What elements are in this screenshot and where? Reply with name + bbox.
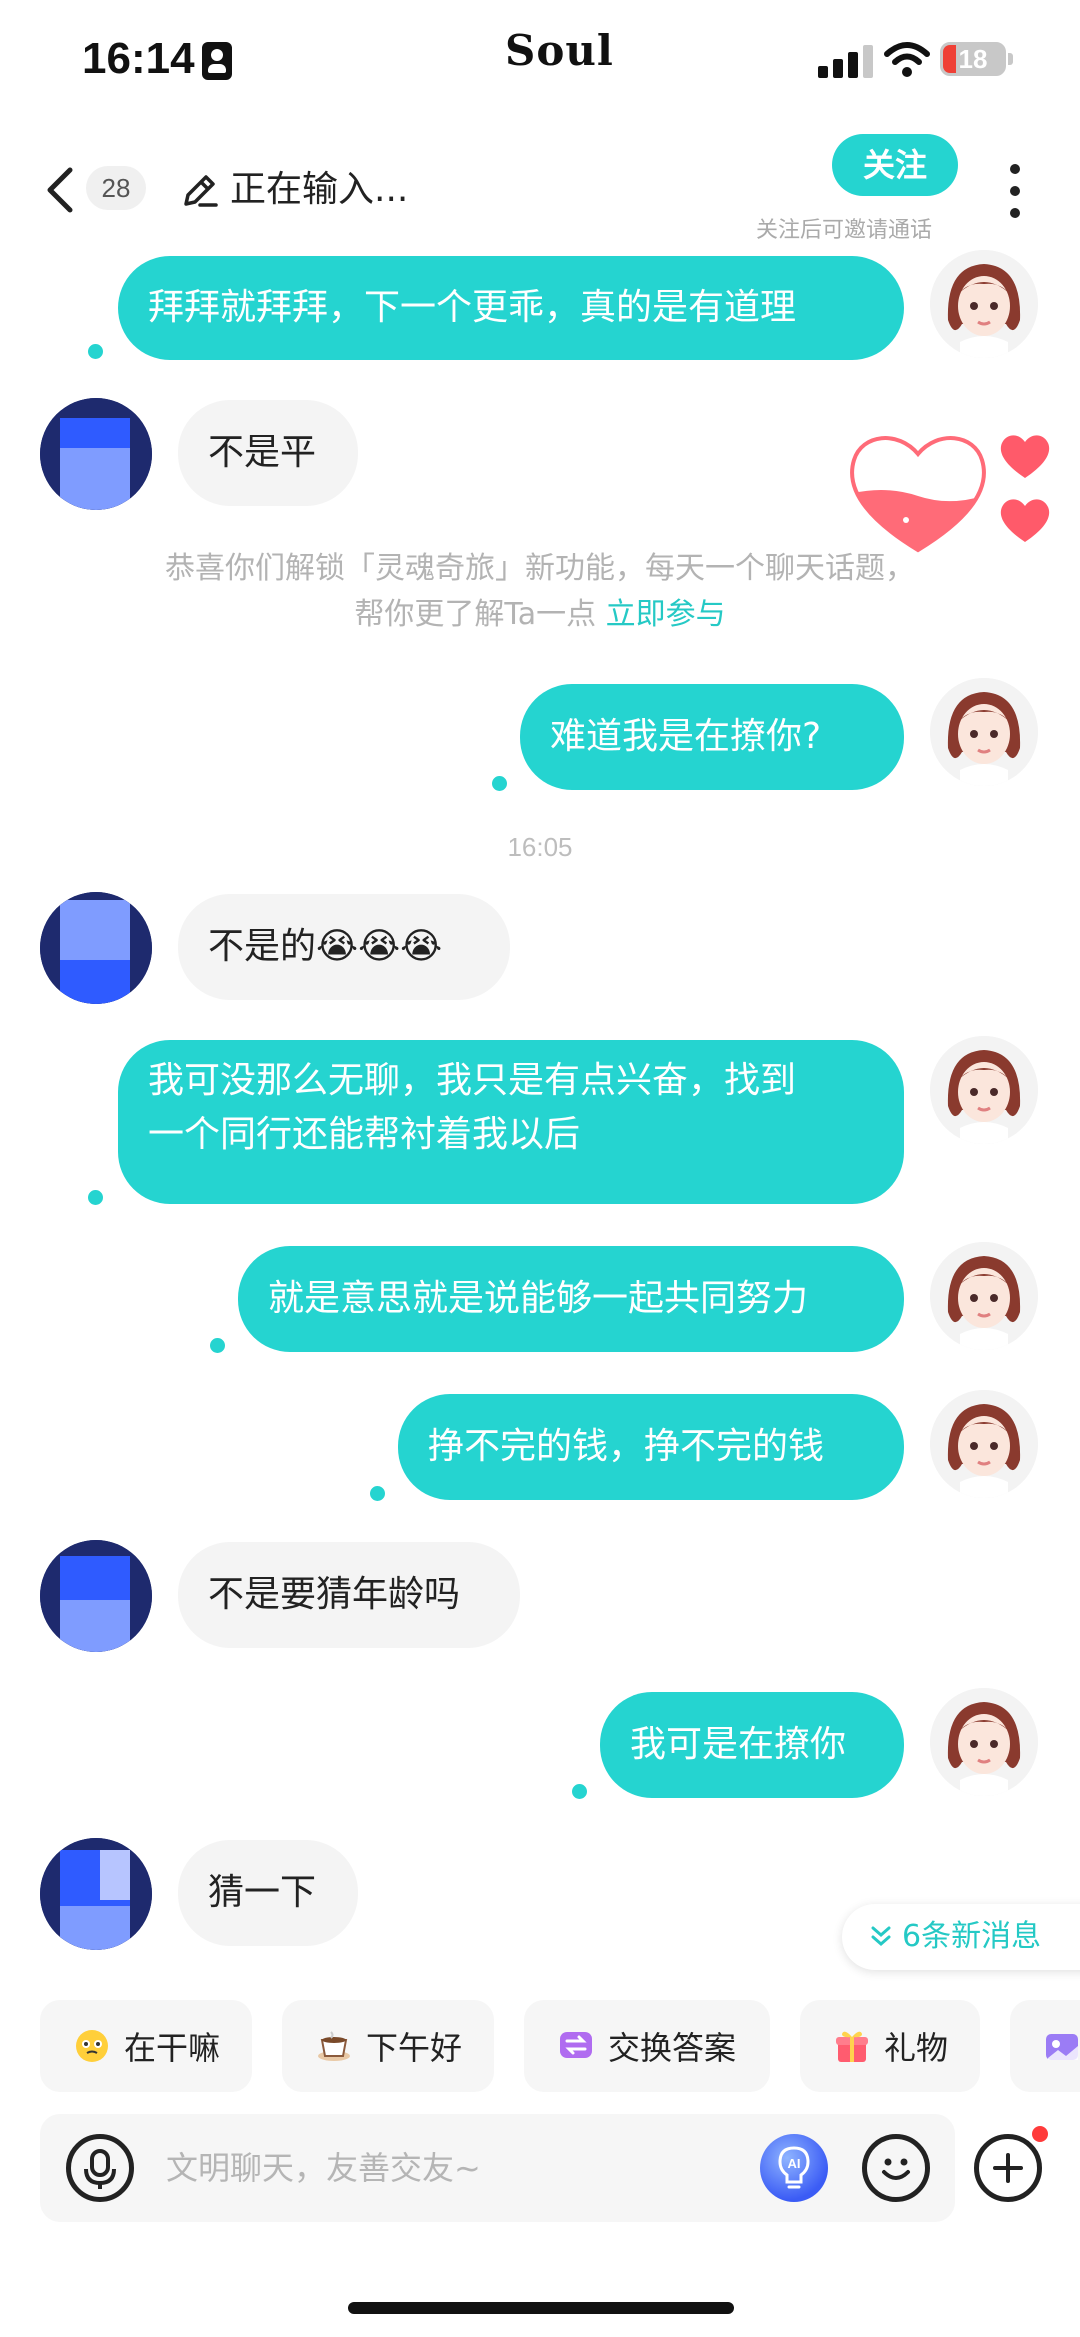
typing-status-title: 正在输入... [230, 169, 409, 210]
back-chevron-icon[interactable] [40, 164, 80, 216]
message-bubble-other[interactable]: 猜一下 [178, 1840, 358, 1946]
my-avatar[interactable] [930, 1390, 1038, 1498]
swap-icon [558, 2028, 594, 2064]
photo-icon [1044, 2028, 1080, 2064]
quick-chip-label: 在干嘛 [124, 2029, 221, 2067]
heart-icon [1000, 435, 1050, 478]
unread-count-badge[interactable]: 28 [86, 166, 146, 210]
my-avatar[interactable] [930, 1242, 1038, 1350]
new-messages-label: 6条新消息 [902, 1919, 1042, 1954]
quick-chip-busy[interactable]: 在干嘛 [40, 2000, 252, 2092]
message-bubble-other[interactable]: 不是的😭😭😭 [178, 894, 510, 1000]
read-dot [88, 344, 103, 359]
message-bubble-other[interactable]: 不是平 [178, 400, 358, 506]
battery-level: 18 [958, 44, 988, 74]
chat-screen: 16:14 Soul 18 28 正在输入... 关注 关注后可邀请通话 拜拜就… [0, 0, 1080, 2337]
emoji-icon[interactable] [862, 2134, 930, 2202]
face-emoji-icon [74, 2028, 110, 2064]
follow-hint: 关注后可邀请通话 [756, 218, 933, 243]
read-dot [572, 1784, 587, 1799]
heart-icon [1000, 499, 1050, 542]
quick-chip-exchange[interactable]: 交换答案 [524, 2000, 770, 2092]
read-dot [88, 1190, 103, 1205]
notification-dot [1032, 2126, 1048, 2142]
svg-text:AI: AI [788, 2156, 801, 2171]
my-avatar[interactable] [930, 1036, 1038, 1144]
my-avatar[interactable] [930, 678, 1038, 786]
system-notice-line2: 帮你更了解Ta一点 [354, 597, 597, 632]
message-bubble-me[interactable]: 挣不完的钱，挣不完的钱 [398, 1394, 904, 1500]
contact-avatar[interactable] [40, 1540, 152, 1652]
message-bubble-me[interactable]: 我可没那么无聊，我只是有点兴奋，找到 一个同行还能帮衬着我以后 [118, 1040, 904, 1204]
microphone-icon[interactable] [66, 2134, 134, 2202]
message-bubble-me[interactable]: 难道我是在撩你? [520, 684, 904, 790]
contact-avatar[interactable] [40, 892, 152, 1004]
home-indicator [348, 2302, 734, 2314]
plus-icon[interactable] [974, 2134, 1042, 2202]
double-chevron-down-icon [871, 1926, 891, 1946]
more-options-icon[interactable] [1004, 164, 1028, 220]
id-card-icon [202, 42, 232, 80]
app-name: Soul [505, 26, 614, 75]
quick-chip-afternoon[interactable]: 下午好 [282, 2000, 494, 2092]
heart-game-icon[interactable] [842, 426, 994, 554]
read-dot [210, 1338, 225, 1353]
system-notice: 恭喜你们解锁「灵魂奇旅」新功能，每天一个聊天话题， 帮你更了解Ta一点 立即参与 [110, 546, 970, 638]
wifi-icon [884, 42, 930, 77]
quick-chip-label: 交换答案 [608, 2029, 737, 2067]
gift-icon [834, 2028, 870, 2064]
message-bubble-me[interactable]: 拜拜就拜拜，下一个更乖，真的是有道理 [118, 256, 904, 360]
battery-icon: 18 [940, 42, 1006, 76]
coffee-icon [316, 2028, 352, 2064]
battery-cap [1008, 53, 1013, 65]
message-bubble-me[interactable]: 就是意思就是说能够一起共同努力 [238, 1246, 904, 1352]
new-messages-pill[interactable]: 6条新消息 [842, 1904, 1080, 1970]
quick-chip-more[interactable] [1010, 2000, 1080, 2092]
contact-avatar[interactable] [40, 398, 152, 510]
message-timestamp: 16:05 [507, 832, 573, 862]
join-now-link[interactable]: 立即参与 [606, 597, 726, 632]
read-dot [370, 1486, 385, 1501]
my-avatar[interactable] [930, 1688, 1038, 1796]
signal-icon [818, 44, 874, 78]
quick-chip-gift[interactable]: 礼物 [800, 2000, 980, 2092]
status-time: 16:14 [82, 34, 195, 83]
pencil-icon [184, 175, 218, 207]
follow-button[interactable]: 关注 [832, 134, 958, 196]
message-bubble-other[interactable]: 不是要猜年龄吗 [178, 1542, 520, 1648]
quick-chip-label: 礼物 [884, 2029, 949, 2067]
contact-avatar[interactable] [40, 1838, 152, 1950]
quick-chip-label: 下午好 [366, 2029, 463, 2067]
read-dot [492, 776, 507, 791]
ai-assistant-icon[interactable]: AI [760, 2134, 828, 2202]
message-input-placeholder[interactable]: 文明聊天，友善交友~ [166, 2148, 481, 2188]
system-notice-line2-wrap: 帮你更了解Ta一点 立即参与 [110, 592, 970, 638]
my-avatar[interactable] [930, 250, 1038, 358]
message-bubble-me[interactable]: 我可是在撩你 [600, 1692, 904, 1798]
system-notice-line1: 恭喜你们解锁「灵魂奇旅」新功能，每天一个聊天话题， [165, 551, 915, 586]
